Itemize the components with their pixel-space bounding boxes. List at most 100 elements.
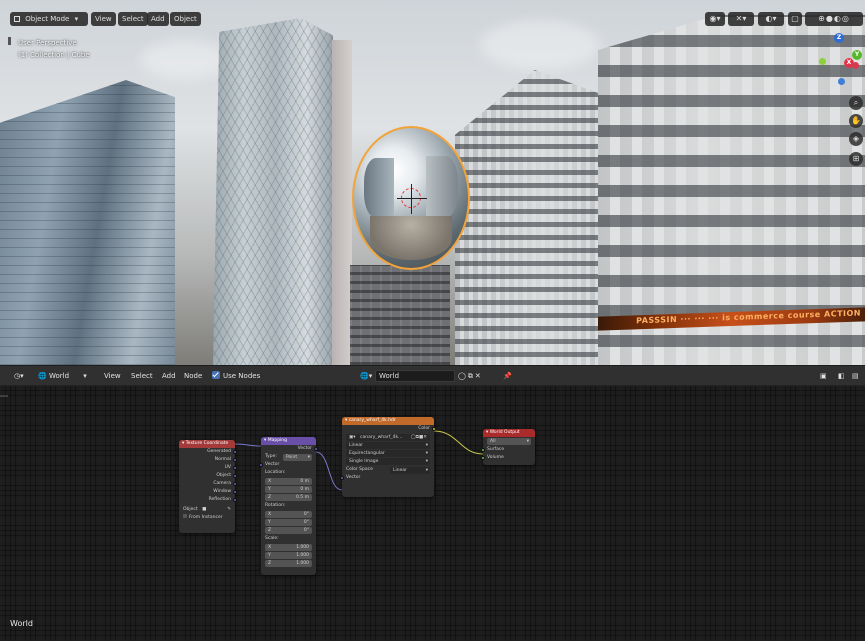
field-value: 0°	[303, 512, 309, 517]
node-world-output[interactable]: ▾ World Output All ▾ Surface Volume	[481, 429, 535, 465]
field-value: 0°	[303, 528, 309, 533]
input-surface: Surface	[487, 447, 505, 452]
view-object-types-icon[interactable]: ◉▾	[705, 12, 725, 26]
object-picker-row[interactable]: Object ■ ✎	[179, 506, 235, 514]
scale-x-field[interactable]: X 1.000	[265, 544, 312, 551]
type-row: Type: Point ▾	[261, 453, 316, 461]
axis-label: X	[268, 479, 272, 484]
perspective-toggle-icon[interactable]: ⊞	[849, 152, 863, 166]
socket-icon[interactable]	[233, 458, 237, 462]
image-actions-icon[interactable]: ◯⧉■✕	[411, 434, 427, 441]
backdrop-icon[interactable]: ◧	[838, 370, 845, 382]
node-title[interactable]: ▾ Mapping	[261, 437, 316, 445]
view-name-text: User Perspective	[18, 39, 77, 47]
target-dropdown[interactable]: All ▾	[487, 438, 531, 445]
location-z-field[interactable]: Z 0.5 m	[265, 494, 312, 501]
projection-dropdown[interactable]: Equirectangular ▾	[346, 450, 430, 457]
node-mapping[interactable]: ▾ Mapping Vector Type: Point ▾ Vector Loc…	[259, 437, 318, 575]
socket-icon[interactable]	[481, 448, 485, 452]
3d-viewport[interactable]: PASSSIN ··· ··· ··· is commerce course A…	[0, 0, 865, 365]
selected-sphere-object[interactable]	[352, 126, 470, 270]
rotation-x-field[interactable]: X 0°	[265, 511, 312, 518]
camera-view-icon[interactable]: ◈	[849, 132, 863, 146]
gizmo-neg-y[interactable]	[819, 58, 826, 65]
from-instancer-row[interactable]: From Instancer	[179, 514, 235, 522]
world-browse-icon[interactable]: 🌐▾	[360, 370, 372, 382]
socket-icon[interactable]	[233, 474, 237, 478]
sidebar-toggle-icon[interactable]: ▤	[852, 370, 859, 382]
rotation-z-field[interactable]: Z 0°	[265, 527, 312, 534]
node-texture-coordinate[interactable]: ▾ Texture Coordinate Generated Normal UV…	[179, 440, 237, 533]
chevron-down-icon: ▾	[526, 439, 529, 444]
source-dropdown[interactable]: Single Image ▾	[346, 458, 430, 465]
gizmo-neg-x[interactable]	[852, 62, 859, 69]
color-space-dropdown[interactable]: Linear ▾	[390, 466, 430, 474]
input-socket-row: Vector	[259, 461, 316, 469]
node-title[interactable]: ▾ Texture Coordinate	[179, 440, 235, 448]
scale-z-field[interactable]: Z 1.000	[265, 560, 312, 567]
socket-icon[interactable]	[233, 450, 237, 454]
interpolation-dropdown[interactable]: Linear ▾	[346, 442, 430, 449]
menu-view[interactable]: View	[104, 370, 121, 382]
socket-icon[interactable]	[340, 476, 344, 480]
gizmo-toggle-icon[interactable]: ✕▾	[728, 12, 754, 26]
location-x-field[interactable]: X 0 m	[265, 478, 312, 485]
menu-view[interactable]: View	[91, 12, 116, 26]
use-nodes-toggle[interactable]: Use Nodes	[212, 370, 260, 382]
toolbar-handle[interactable]	[8, 37, 11, 45]
navigation-gizmo[interactable]: Z X Y	[812, 28, 864, 98]
field-value: 1.000	[296, 545, 309, 550]
menu-node[interactable]: Node	[184, 370, 202, 382]
socket-icon[interactable]	[233, 490, 237, 494]
world-datablock-field[interactable]: World	[375, 370, 455, 382]
image-name: canary_wharf_4k...	[360, 435, 403, 440]
socket-icon[interactable]	[432, 427, 436, 431]
rotation-y-field[interactable]: Y 0°	[265, 519, 312, 526]
node-environment-texture[interactable]: ▾ canary_wharf_4k.hdr Color ▣▾ canary_wha…	[340, 417, 436, 497]
source-value: Single Image	[349, 459, 379, 464]
mode-selector[interactable]: Object Mode ▾	[10, 12, 88, 26]
snap-icon[interactable]: ▣	[820, 370, 827, 382]
zoom-icon[interactable]: ⌕	[849, 96, 863, 110]
shader-node-editor[interactable]: ◷▾ 🌐 World ▾ View Select Add Node Use No…	[0, 366, 865, 641]
gizmo-z-axis[interactable]: Z	[834, 33, 844, 43]
location-y-field[interactable]: Y 0 m	[265, 486, 312, 493]
socket-icon[interactable]	[314, 447, 318, 451]
input-socket-row: Surface	[481, 446, 535, 454]
pan-hand-icon[interactable]: ✋	[849, 114, 863, 128]
socket-icon[interactable]	[233, 498, 237, 502]
menu-add[interactable]: Add	[147, 12, 169, 26]
editor-type-icon[interactable]: ◷▾	[14, 370, 24, 382]
socket-icon[interactable]	[233, 466, 237, 470]
menu-select[interactable]: Select	[118, 12, 148, 26]
shield-icon[interactable]: ◯	[458, 372, 468, 380]
eyedropper-icon[interactable]: ✎	[227, 506, 231, 514]
input-volume: Volume	[487, 455, 504, 460]
datablock-actions[interactable]: ◯⧉✕	[458, 370, 483, 382]
scale-y-field[interactable]: Y 1.000	[265, 552, 312, 559]
cube-icon[interactable]: ■	[202, 507, 206, 512]
socket-icon[interactable]	[259, 463, 263, 467]
menu-select[interactable]: Select	[131, 370, 153, 382]
socket-icon[interactable]	[233, 482, 237, 486]
duplicate-icon[interactable]: ⧉	[468, 372, 475, 380]
close-icon[interactable]: ✕	[475, 372, 483, 380]
node-title[interactable]: ▾ canary_wharf_4k.hdr	[342, 417, 434, 425]
socket-icon[interactable]	[481, 456, 485, 460]
overlays-icon[interactable]: ◐▾	[758, 12, 784, 26]
shading-modes[interactable]: ⊕●◐◎	[805, 12, 863, 26]
checkbox-icon[interactable]	[183, 514, 187, 518]
pin-icon[interactable]: 📌	[503, 370, 512, 382]
node-title[interactable]: ▾ World Output	[483, 429, 535, 437]
type-dropdown[interactable]: Point ▾	[283, 453, 312, 461]
world-icon: 🌐	[38, 372, 47, 380]
image-datablock-field[interactable]: ▣▾ canary_wharf_4k... ◯⧉■✕	[346, 434, 430, 441]
menu-add[interactable]: Add	[162, 370, 176, 382]
shader-type-selector[interactable]: 🌐 World ▾	[38, 370, 87, 382]
xray-icon[interactable]: ▢	[788, 12, 802, 26]
gizmo-neg-z[interactable]	[838, 78, 845, 85]
output-socket-row: Reflection	[179, 496, 237, 504]
gizmo-y-axis[interactable]: Y	[852, 50, 862, 60]
chevron-down-icon: ▾	[74, 15, 79, 23]
menu-object[interactable]: Object	[170, 12, 201, 26]
